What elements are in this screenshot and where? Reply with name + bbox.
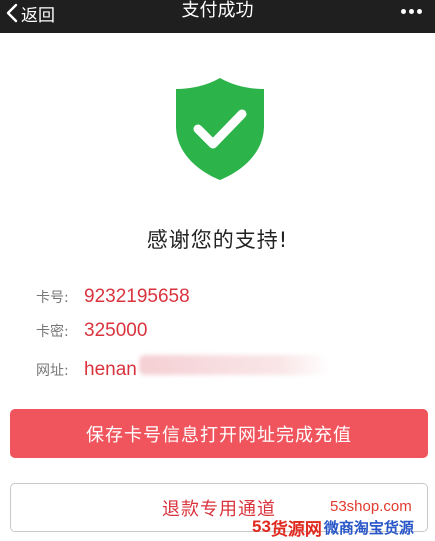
url-row: 网址: henan [36, 355, 329, 381]
card-number-row: 卡号: 9232195658 [36, 286, 190, 312]
page-title: 支付成功 [181, 0, 254, 21]
payment-success-page: 返回 支付成功 感谢您的支持! 卡号: 9232195658 卡密: 32500… [0, 0, 435, 541]
success-message: 感谢您的支持! [146, 228, 289, 252]
more-dots-icon [400, 8, 406, 14]
card-password-label: 卡密: [36, 324, 69, 340]
card-number-label: 卡号: [36, 290, 69, 306]
back-button[interactable]: 返回 [6, 0, 55, 26]
refund-channel-button[interactable]: 退款专用通道 [10, 483, 428, 532]
more-dots-icon [408, 8, 414, 14]
url-label: 网址: [36, 363, 69, 379]
chevron-left-icon [6, 3, 18, 23]
more-dots-icon [416, 8, 422, 14]
top-nav-bar: 返回 支付成功 [0, 0, 435, 33]
card-password-value: 325000 [84, 320, 148, 341]
redacted-url-blur [138, 355, 329, 375]
url-value[interactable]: henan [84, 359, 137, 381]
shield-check-icon [170, 74, 270, 184]
save-and-open-url-button[interactable]: 保存卡号信息打开网址完成充值 [10, 409, 428, 458]
card-number-value: 9232195658 [84, 286, 190, 307]
card-password-row: 卡密: 325000 [36, 320, 147, 346]
back-label: 返回 [21, 5, 55, 26]
more-menu-button[interactable] [395, 2, 427, 20]
